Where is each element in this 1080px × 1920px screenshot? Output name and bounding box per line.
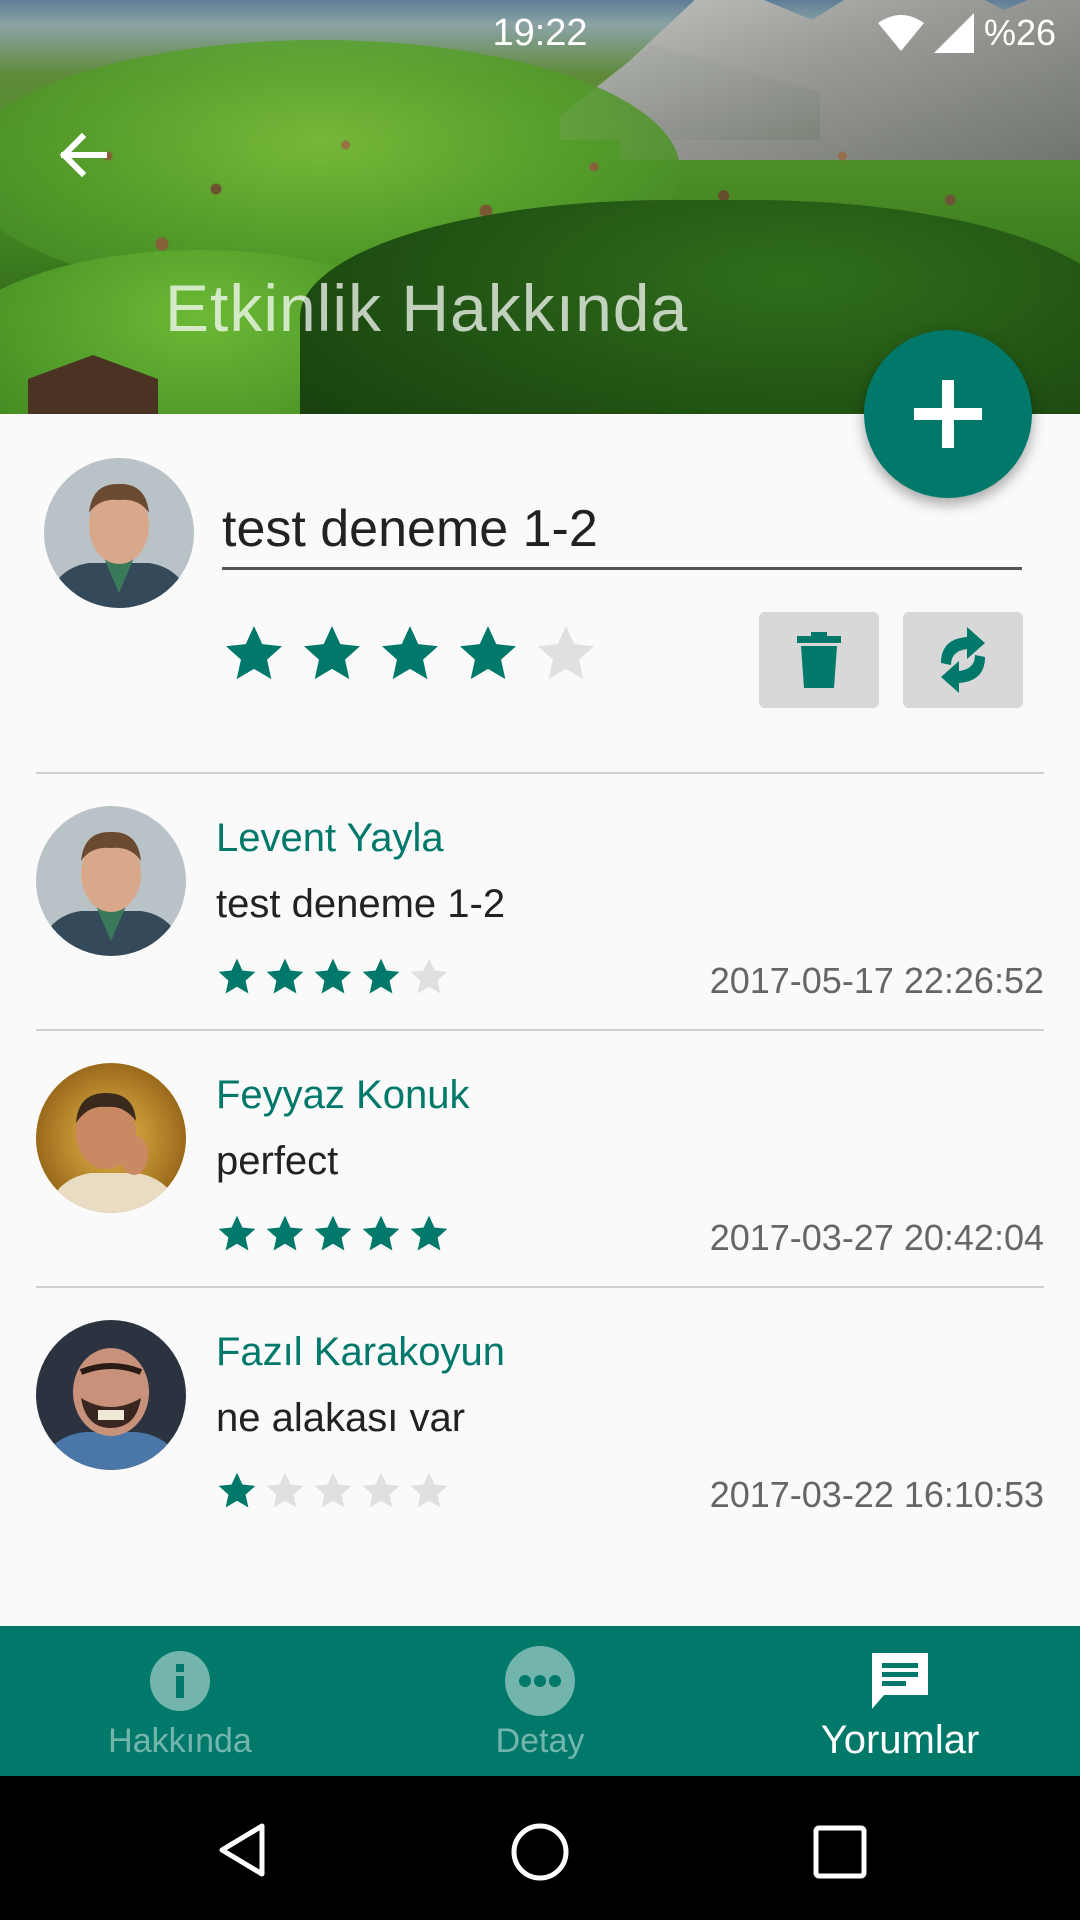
system-navigation-bar: [0, 1776, 1080, 1920]
comment-rating: [216, 956, 450, 998]
star-filled-icon: [266, 958, 304, 994]
trash-icon: [797, 632, 841, 688]
tab-yorumlar[interactable]: Yorumlar: [720, 1626, 1080, 1776]
comment-author: Feyyaz Konuk: [216, 1073, 470, 1117]
star-filled-icon: [314, 1215, 352, 1251]
wifi-icon: [877, 15, 924, 51]
star-filled-icon: [226, 626, 282, 680]
comment-author: Fazıl Karakoyun: [216, 1330, 506, 1374]
refresh-icon: [941, 627, 985, 693]
comment-text: perfect: [216, 1139, 339, 1183]
avatar: [36, 1063, 186, 1213]
star-filled-icon: [218, 1472, 256, 1508]
star-empty-icon: [362, 1472, 400, 1508]
star-filled-icon: [218, 958, 256, 994]
star-empty-icon: [410, 958, 448, 994]
star-filled-icon: [266, 1215, 304, 1251]
tab-label: Detay: [495, 1722, 585, 1760]
more-dots-icon: [505, 1646, 575, 1716]
star-filled-icon: [304, 626, 360, 680]
star-filled-icon: [362, 958, 400, 994]
comment-text: ne alakası var: [216, 1396, 466, 1440]
rating-bar[interactable]: [222, 622, 598, 686]
status-icons: %26: [877, 12, 1056, 54]
tab-label: Yorumlar: [820, 1718, 980, 1762]
comment-text: test deneme 1-2: [216, 882, 506, 926]
info-icon: [145, 1646, 215, 1716]
comment-icon: [865, 1646, 935, 1716]
star-filled-icon: [218, 1215, 256, 1251]
list-item: Feyyaz Konuk perfect 2017-03-27 20:42:04: [0, 1033, 1080, 1283]
star-empty-icon: [314, 1472, 352, 1508]
avatar: [36, 1320, 186, 1470]
star-empty-icon: [410, 1472, 448, 1508]
divider: [36, 772, 1044, 774]
back-triangle-icon[interactable]: [212, 1820, 272, 1880]
star-filled-icon: [410, 1215, 448, 1251]
avatar: [44, 458, 194, 608]
comment-date: 2017-03-27 20:42:04: [709, 1217, 1044, 1258]
star-filled-icon: [362, 1215, 400, 1251]
arrow-back-icon: [59, 132, 107, 178]
list-item: Fazıl Karakoyun ne alakası var 2017-03-2…: [0, 1290, 1080, 1540]
recents-square-icon[interactable]: [810, 1822, 870, 1882]
star-filled-icon: [460, 626, 516, 680]
comment-date: 2017-03-22 16:10:53: [709, 1474, 1044, 1515]
bottom-navigation: Hakkında Detay Yorumlar: [0, 1626, 1080, 1776]
battery-text: %26: [983, 12, 1056, 53]
comment-rating: [216, 1470, 450, 1512]
star-empty-icon: [538, 626, 594, 680]
refresh-button[interactable]: [903, 612, 1023, 708]
comment-input[interactable]: [222, 490, 1022, 570]
delete-button[interactable]: [759, 612, 879, 708]
back-button[interactable]: [52, 125, 112, 185]
star-empty-icon: [266, 1472, 304, 1508]
divider: [36, 1029, 1044, 1031]
home-circle-icon[interactable]: [508, 1820, 572, 1884]
comment-date: 2017-05-17 22:26:52: [709, 960, 1044, 1001]
star-filled-icon: [314, 958, 352, 994]
signal-icon: [933, 13, 974, 53]
plus-icon: [914, 380, 982, 448]
add-button[interactable]: [864, 330, 1032, 498]
page-title: Etkinlik Hakkında: [165, 271, 689, 345]
comment-author: Levent Yayla: [216, 816, 444, 860]
tab-hakkinda[interactable]: Hakkında: [0, 1626, 360, 1776]
star-filled-icon: [382, 626, 438, 680]
divider: [36, 1286, 1044, 1288]
tab-detay[interactable]: Detay: [360, 1626, 720, 1776]
list-item: Levent Yayla test deneme 1-2 2017-05-17 …: [0, 776, 1080, 1026]
comment-rating: [216, 1213, 450, 1255]
tab-label: Hakkında: [108, 1722, 252, 1760]
avatar: [36, 806, 186, 956]
